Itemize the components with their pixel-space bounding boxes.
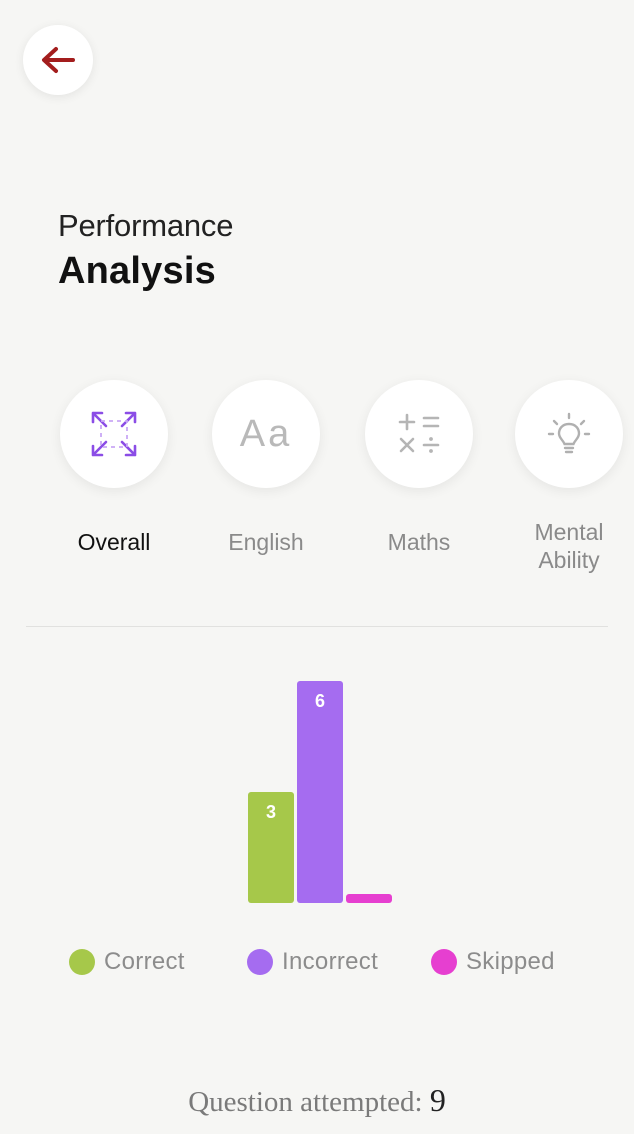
page-title-line2: Analysis (58, 250, 216, 292)
tab-mental-ability[interactable]: Mental Ability (494, 380, 634, 574)
page-title-line1: Performance (58, 208, 234, 243)
questions-attempted-label: Question attempted: (188, 1086, 423, 1118)
back-button[interactable] (23, 25, 93, 95)
bar-label-incorrect: 6 (315, 691, 325, 711)
questions-attempted: Question attempted: 9 (0, 1082, 634, 1119)
text-aa-icon: Aa (239, 412, 293, 455)
tab-mental-ability-label: Mental Ability (534, 519, 604, 573)
legend-label-correct: Correct (104, 948, 185, 975)
bar-incorrect (297, 681, 343, 903)
questions-attempted-count: 9 (429, 1082, 446, 1118)
tab-english[interactable]: Aa English (191, 380, 341, 556)
tab-maths[interactable]: Maths (344, 380, 494, 556)
legend-item-incorrect: Incorrect (247, 948, 378, 976)
tab-maths-circle (365, 380, 473, 488)
tab-overall[interactable]: Overall (39, 380, 189, 556)
legend-dot-correct (69, 949, 95, 975)
legend-label-skipped: Skipped (466, 948, 555, 975)
chart-legend: Correct Incorrect Skipped (0, 948, 634, 980)
divider (26, 626, 608, 627)
lightbulb-icon (547, 412, 591, 454)
tab-overall-circle (60, 380, 168, 488)
bar-skipped (346, 894, 392, 903)
legend-dot-incorrect (247, 949, 273, 975)
legend-label-incorrect: Incorrect (282, 948, 379, 975)
bar-chart: 36 (248, 681, 392, 903)
bar-label-correct: 3 (266, 802, 276, 822)
legend-item-skipped: Skipped (431, 948, 555, 976)
expand-arrows-icon (91, 411, 137, 457)
arrow-left-icon (42, 47, 75, 73)
tab-english-label: English (228, 529, 304, 555)
tab-english-circle: Aa (212, 380, 320, 488)
math-operators-icon (398, 413, 440, 453)
legend-item-correct: Correct (69, 948, 185, 976)
legend-dot-skipped (431, 949, 457, 975)
tab-mental-ability-circle (515, 380, 623, 488)
tab-overall-label: Overall (77, 529, 151, 555)
tab-maths-label: Maths (387, 529, 451, 555)
